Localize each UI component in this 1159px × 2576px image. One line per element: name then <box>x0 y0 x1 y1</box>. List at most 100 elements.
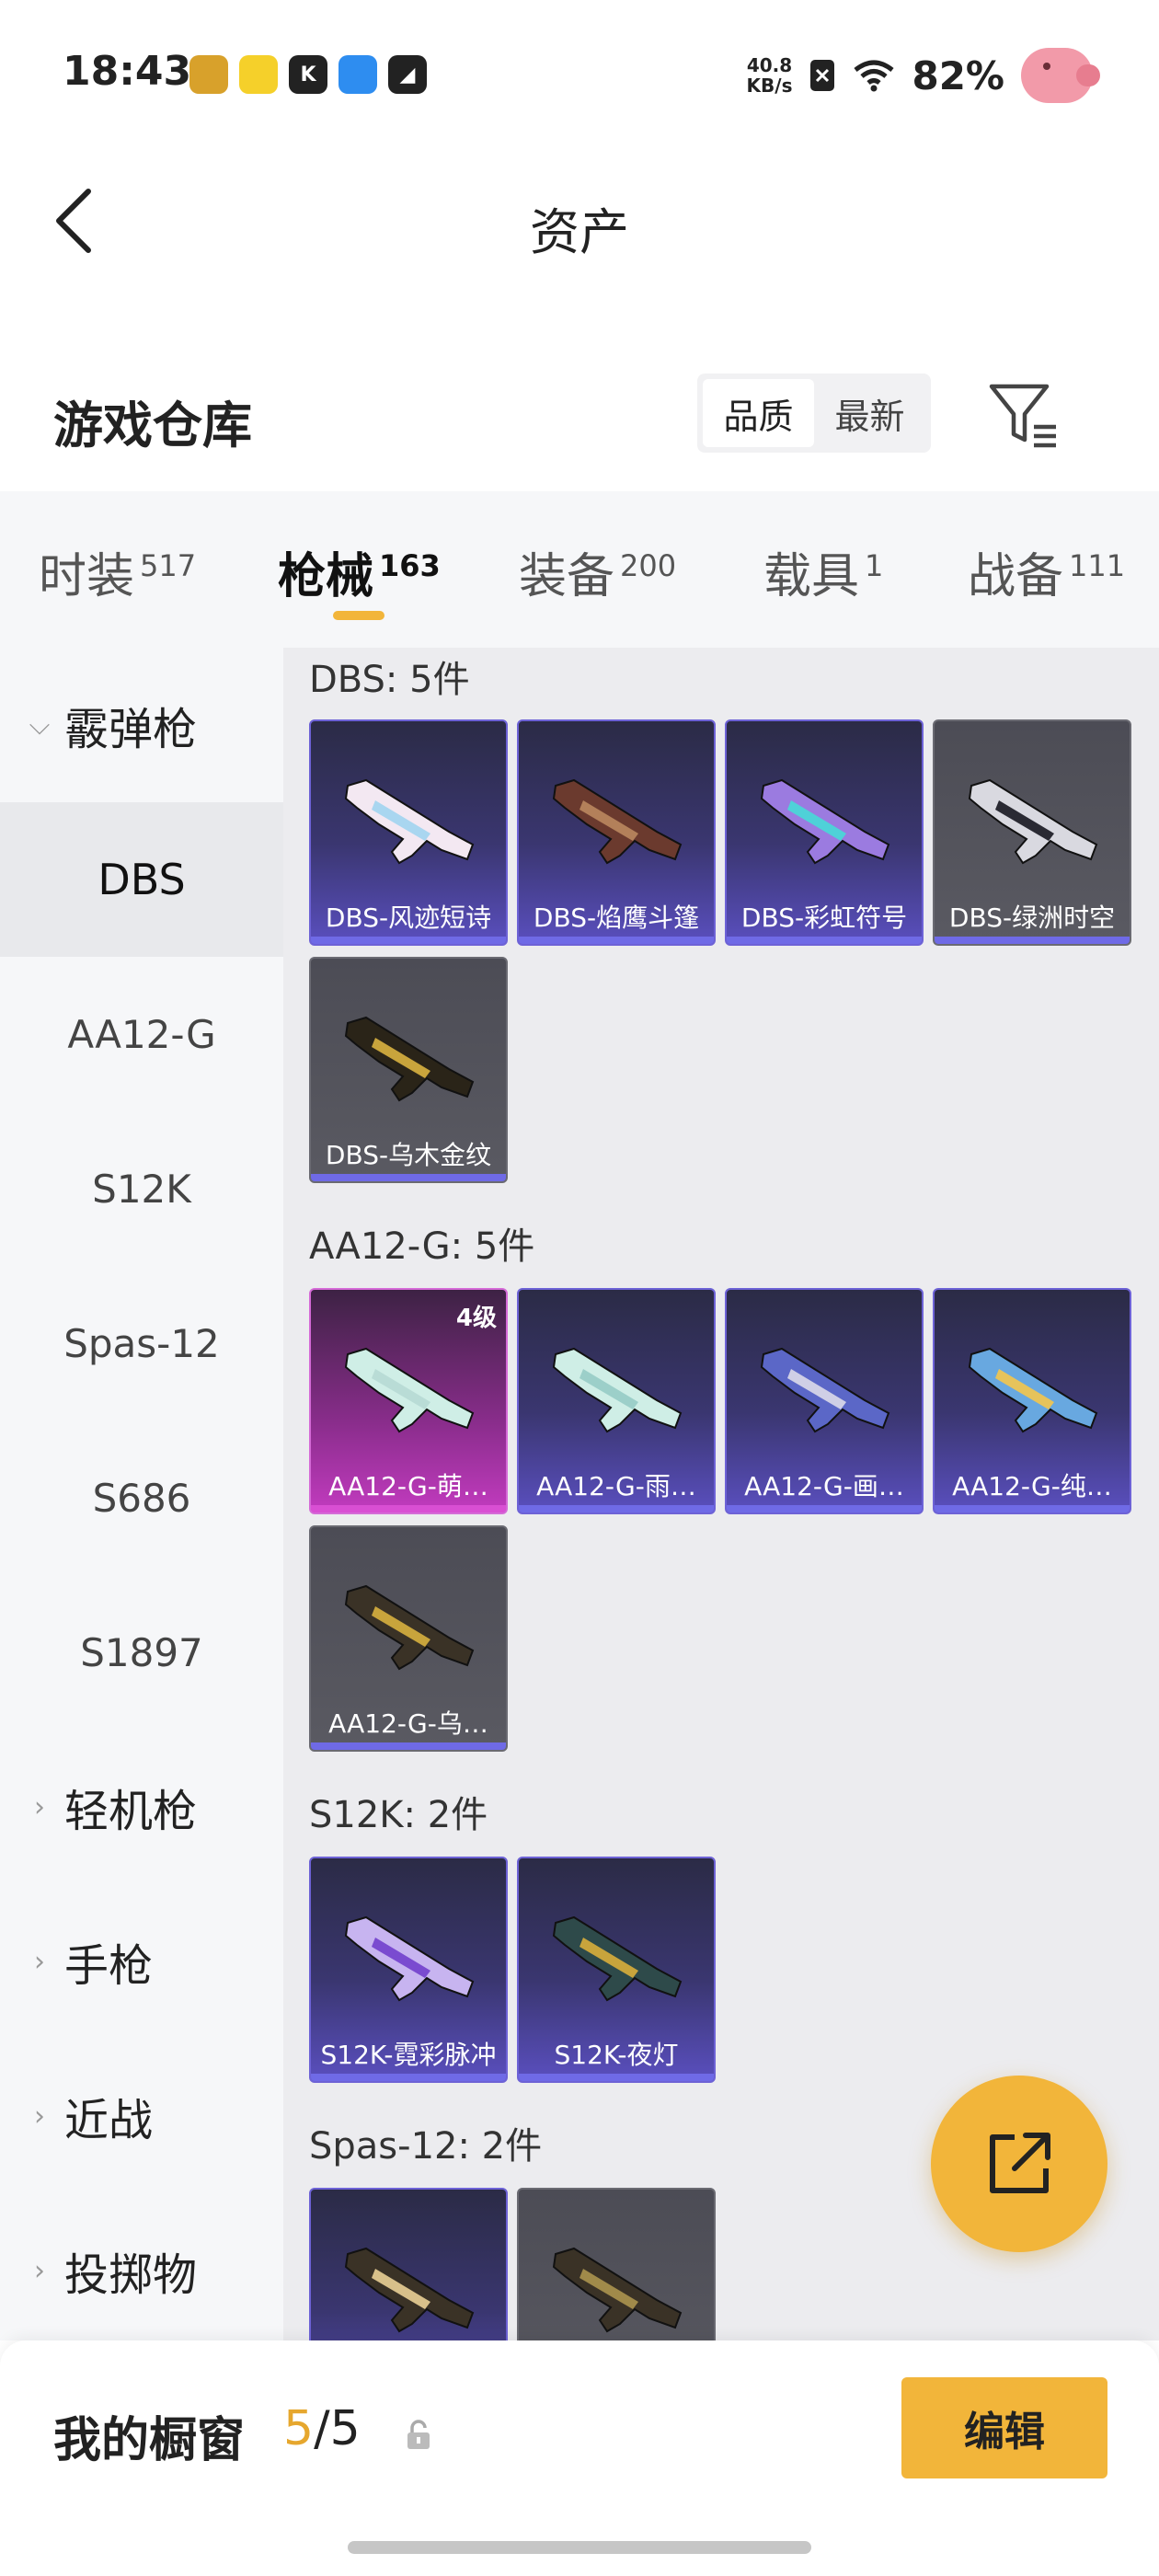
weapon-image <box>552 1915 683 2002</box>
item-card[interactable]: DBS-风迹短诗 <box>309 719 508 946</box>
sidebar-group-pistol[interactable]: › 手枪 <box>0 1884 283 2039</box>
status-bar: 18:43 K ◢ 40.8 KB/s 82% <box>0 0 1159 147</box>
item-name: DBS-乌木金纹 <box>325 1140 492 1170</box>
sidebar-group-shotgun[interactable]: ⌵ 霰弹枪 <box>0 648 283 802</box>
item-card[interactable]: AA12-G-雨… <box>517 1288 716 1514</box>
sidebar-item-s686[interactable]: S686 <box>0 1420 283 1575</box>
tab-count: 517 <box>140 547 197 583</box>
section-title-spas12: Spas-12: 2件 <box>309 2125 543 2168</box>
item-card[interactable]: AA12-G-画… <box>725 1288 924 1514</box>
sim-off-icon <box>810 60 835 91</box>
section-title-dbs: DBS: 5件 <box>309 659 470 701</box>
weapon-image <box>344 2247 475 2333</box>
weapon-image <box>552 1347 683 1433</box>
tab-vehicles[interactable]: 载具 1 <box>763 537 883 606</box>
sidebar-item-s12k[interactable]: S12K <box>0 1111 283 1266</box>
notification-icons: K ◢ <box>189 55 427 94</box>
sort-toggle: 品质 最新 <box>697 374 931 453</box>
showcase-current: 5 <box>283 2401 315 2456</box>
feishu-app-icon <box>339 55 377 94</box>
item-card[interactable]: DBS-彩虹符号 <box>725 719 924 946</box>
item-card[interactable]: 4级 AA12-G-萌… <box>309 1288 508 1514</box>
tab-count: 1 <box>865 547 884 583</box>
status-time: 18:43 <box>63 48 192 95</box>
weapon-image <box>552 2247 683 2333</box>
item-card[interactable]: DBS-焰鹰斗篷 <box>517 719 716 946</box>
page-title: 资产 <box>530 203 629 261</box>
pig-icon <box>1021 48 1100 103</box>
warehouse-title: 游戏仓库 <box>53 397 252 454</box>
tab-count: 111 <box>1069 547 1126 583</box>
tab-equipment[interactable]: 装备 200 <box>519 537 676 606</box>
item-card[interactable] <box>309 2188 508 2340</box>
battery-percent: 82% <box>912 52 1004 98</box>
chevron-right-icon: › <box>34 1945 45 1978</box>
sidebar-group-lmg[interactable]: › 轻机枪 <box>0 1730 283 1884</box>
item-card[interactable] <box>517 2188 716 2340</box>
sidebar-group-label: 霰弹枪 <box>64 704 198 755</box>
sidebar-group-label: 手枪 <box>64 1940 154 1992</box>
showcase-total: 5 <box>329 2401 361 2456</box>
tab-label: 战备 <box>968 549 1064 604</box>
item-card[interactable]: DBS-绿洲时空 <box>933 719 1131 946</box>
sidebar-item-s1897[interactable]: S1897 <box>0 1575 283 1730</box>
sidebar-item-aa12g[interactable]: AA12-G <box>0 957 283 1111</box>
weapon-image <box>552 778 683 865</box>
showcase-count: 5/5 <box>283 2401 361 2456</box>
item-name: S12K-霓彩脉冲 <box>320 2040 497 2070</box>
weapon-image <box>344 1016 475 1102</box>
weapon-image <box>344 1584 475 1671</box>
sidebar-group-label: 投掷物 <box>64 2249 198 2301</box>
weapon-image <box>968 1347 1098 1433</box>
weapon-image <box>344 1347 475 1433</box>
item-card[interactable]: DBS-乌木金纹 <box>309 957 508 1183</box>
item-name: AA12-G-画… <box>744 1471 904 1501</box>
game-app-icon <box>189 55 228 94</box>
filter-icon <box>989 384 1056 448</box>
meituan-app-icon <box>239 55 278 94</box>
chevron-right-icon: › <box>34 2099 45 2133</box>
home-indicator[interactable] <box>348 2541 811 2554</box>
item-name: DBS-绿洲时空 <box>948 903 1116 933</box>
edit-button[interactable]: 编辑 <box>901 2377 1107 2478</box>
net-speed-unit: KB/s <box>746 75 793 97</box>
item-name: DBS-风迹短诗 <box>325 903 492 933</box>
item-name: AA12-G-纯… <box>952 1471 1112 1501</box>
chevron-right-icon: › <box>34 1790 45 1823</box>
net-speed-value: 40.8 <box>746 54 793 76</box>
category-tabs: 时装 517 枪械 163 装备 200 载具 1 战备 111 <box>0 491 1159 648</box>
item-card[interactable]: AA12-G-纯… <box>933 1288 1131 1514</box>
showcase-sep: / <box>314 2401 330 2456</box>
item-name: DBS-焰鹰斗篷 <box>533 903 700 933</box>
item-card[interactable]: AA12-G-乌… <box>309 1525 508 1752</box>
net-speed: 40.8 KB/s <box>747 55 793 96</box>
send-app-icon: ◢ <box>388 55 427 94</box>
tab-label: 载具 <box>763 549 860 604</box>
item-card[interactable]: S12K-霓彩脉冲 <box>309 1857 508 2083</box>
tab-fashion[interactable]: 时装 517 <box>39 537 196 606</box>
tab-count: 200 <box>620 547 677 583</box>
item-name: AA12-G-雨… <box>536 1471 696 1501</box>
filter-button[interactable] <box>986 379 1061 453</box>
section-title-s12k: S12K: 2件 <box>309 1794 488 1836</box>
tab-label: 时装 <box>39 549 135 604</box>
sidebar-group-throwables[interactable]: › 投掷物 <box>0 2193 283 2348</box>
chevron-down-icon: ⌵ <box>29 708 51 742</box>
tab-firearms[interactable]: 枪械 163 <box>278 537 441 606</box>
k-app-icon: K <box>289 55 327 94</box>
item-name: AA12-G-萌… <box>328 1471 488 1501</box>
weapon-image <box>760 778 890 865</box>
sort-latest[interactable]: 最新 <box>814 379 925 447</box>
tab-tactical[interactable]: 战备 111 <box>968 537 1125 606</box>
sidebar-item-dbs[interactable]: DBS <box>0 802 283 957</box>
active-tab-indicator <box>333 611 384 620</box>
sidebar-item-spas12[interactable]: Spas-12 <box>0 1266 283 1420</box>
tab-label: 装备 <box>519 549 615 604</box>
sidebar-group-melee[interactable]: › 近战 <box>0 2039 283 2193</box>
item-card[interactable]: S12K-夜灯 <box>517 1857 716 2083</box>
weapon-image <box>968 778 1098 865</box>
share-button[interactable] <box>931 2076 1107 2252</box>
weapon-sidebar: ⌵ 霰弹枪 DBS AA12-G S12K Spas-12 S686 S1897 … <box>0 648 283 2340</box>
tab-count: 163 <box>379 547 441 583</box>
sort-quality[interactable]: 品质 <box>703 379 814 447</box>
